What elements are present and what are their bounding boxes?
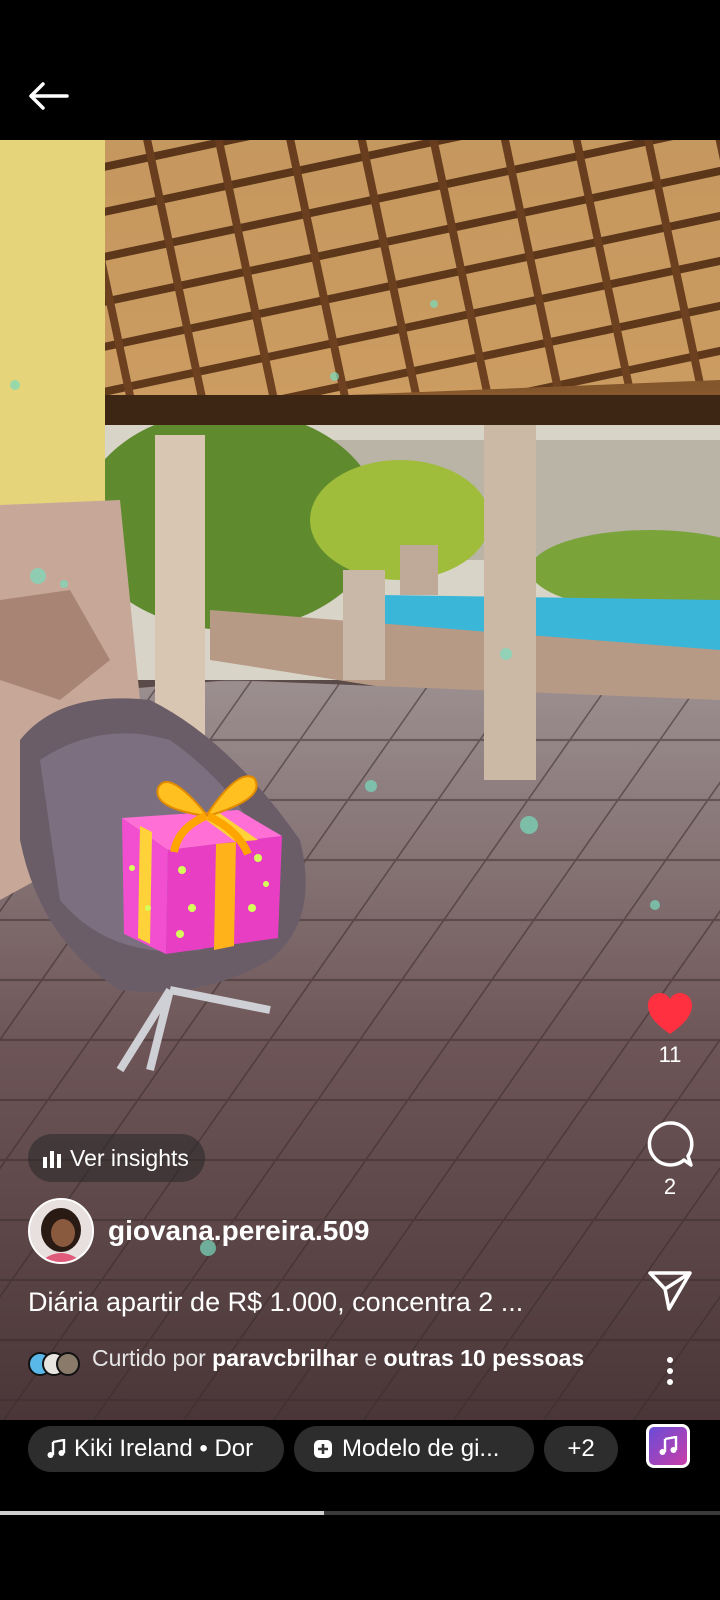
view-insights-button[interactable]: Ver insights [28, 1134, 205, 1182]
liked-by[interactable]: Curtido por paravcbrilhar e outras 10 pe… [28, 1342, 588, 1378]
template-label: Modelo de gi... [342, 1435, 500, 1462]
heart-icon[interactable] [646, 992, 694, 1036]
liked-by-avatars [28, 1352, 82, 1378]
bar-chart-icon [43, 1151, 61, 1168]
post-author[interactable]: giovana.pereira.509 [28, 1198, 369, 1264]
more-chips-button[interactable]: +2 [544, 1426, 618, 1472]
username[interactable]: giovana.pereira.509 [108, 1215, 369, 1247]
gift-box-icon [122, 775, 282, 954]
comment-action: 2 [620, 1120, 720, 1200]
more-vertical-icon[interactable] [665, 1356, 675, 1386]
music-note-icon [47, 1439, 66, 1458]
music-note-icon [659, 1436, 678, 1455]
share-action [620, 1270, 720, 1312]
template-chip[interactable]: Modelo de gi... [294, 1426, 534, 1472]
music-label: Kiki Ireland • Dor [74, 1435, 254, 1462]
music-chip[interactable]: Kiki Ireland • Dor [28, 1426, 284, 1472]
liked-by-text: Curtido por paravcbrilhar e outras 10 pe… [92, 1345, 585, 1371]
liked-by-user[interactable]: paravcbrilhar [212, 1345, 358, 1371]
top-bar [0, 0, 720, 140]
comment-count: 2 [663, 1174, 677, 1199]
paper-plane-icon[interactable] [647, 1270, 693, 1312]
insights-label: Ver insights [70, 1144, 189, 1171]
audio-thumbnail[interactable] [646, 1424, 690, 1468]
avatar[interactable] [28, 1198, 94, 1264]
template-icon [314, 1440, 332, 1458]
like-count: 11 [658, 1042, 682, 1067]
arrow-left-icon [29, 82, 69, 110]
back-button[interactable] [22, 72, 74, 120]
more-chips-label: +2 [567, 1435, 595, 1462]
more-action [620, 1356, 720, 1386]
liked-by-others[interactable]: outras 10 pessoas [384, 1345, 585, 1371]
bottom-chips: Kiki Ireland • Dor Modelo de gi... +2 [28, 1426, 618, 1472]
post-caption[interactable]: Diária apartir de R$ 1.000, concentra 2 … [28, 1287, 618, 1318]
bottom-bar [0, 1515, 720, 1600]
like-action: 11 [620, 992, 720, 1068]
avatar-image [30, 1200, 92, 1262]
comment-bubble-icon[interactable] [646, 1120, 694, 1168]
